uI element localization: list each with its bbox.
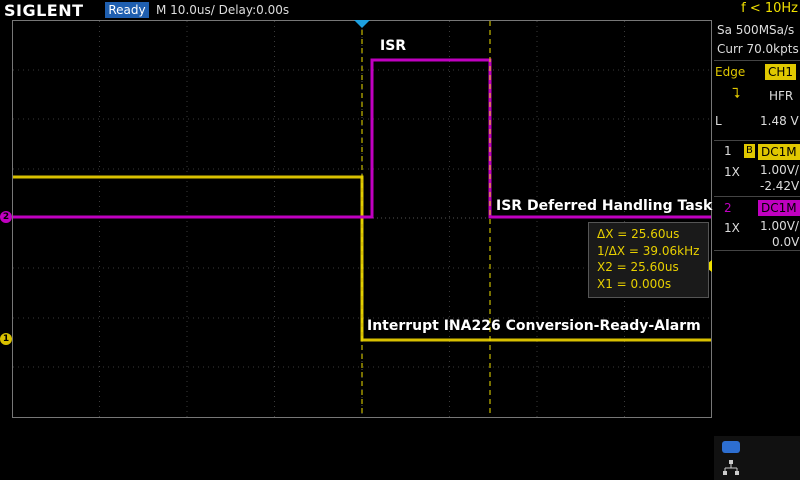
ch1-coupling-badge: DC1M (758, 144, 800, 160)
cursor-x2: X2 = 25.60us (597, 260, 679, 274)
trigger-type: Edge (715, 65, 746, 79)
isr-label: ISR (380, 38, 407, 54)
ch1-number: 1 (724, 144, 732, 158)
ch2-scale: 1.00V/ (760, 219, 799, 233)
usb-icon[interactable] (722, 441, 740, 453)
cursor-measurement-box: ΔX = 25.60us 1/ΔX = 39.06kHz X2 = 25.60u… (588, 222, 709, 298)
trigger-edge-icon: ⮧ (732, 86, 741, 102)
cursor-inverse-delta-x: 1/ΔX = 39.06kHz (597, 243, 700, 258)
cursor-x1: X1 = 0.000s (597, 276, 672, 291)
ch1-offset: -2.42V (760, 179, 800, 193)
ch2-coupling-badge: DC1M (758, 200, 800, 216)
cursor-delta-x: ΔX = 25.60us (597, 227, 680, 241)
trigger-level-prefix: L (715, 114, 722, 128)
ch2-number: 2 (724, 201, 732, 215)
trigger-source-badge: CH1 (765, 64, 797, 80)
ch2-offset: 0.0V (772, 235, 800, 249)
ch1-scale: 1.00V/ (760, 163, 799, 177)
ch2-info[interactable]: 2 DC1M 1X 1.00V/ 0.0V (714, 196, 800, 251)
interrupt-label: Interrupt INA226 Conversion-Ready-Alarm (367, 318, 701, 334)
trigger-section[interactable]: Edge CH1 ⮧ HFR L 1.48 V (714, 60, 800, 131)
trigger-position-marker (354, 20, 370, 28)
trigger-level: 1.48 V (760, 114, 799, 128)
ch2-probe: 1X (724, 221, 740, 235)
memory-depth: Curr 70.0kpts (717, 42, 799, 56)
ch1-ground-marker[interactable]: 1 (0, 333, 12, 345)
ch1-info[interactable]: 1 B DC1M 1X 1.00V/ -2.42V (714, 140, 800, 195)
sample-rate: Sa 500MSa/s (717, 23, 795, 37)
trigger-coupling: HFR (769, 89, 794, 103)
network-icon[interactable] (722, 460, 740, 476)
ch2-ground-marker[interactable]: 2 (0, 211, 12, 223)
ch1-bw-badge: B (744, 144, 755, 158)
ch1-probe: 1X (724, 165, 740, 179)
deferred-task-label: ISR Deferred Handling Task (496, 198, 713, 214)
